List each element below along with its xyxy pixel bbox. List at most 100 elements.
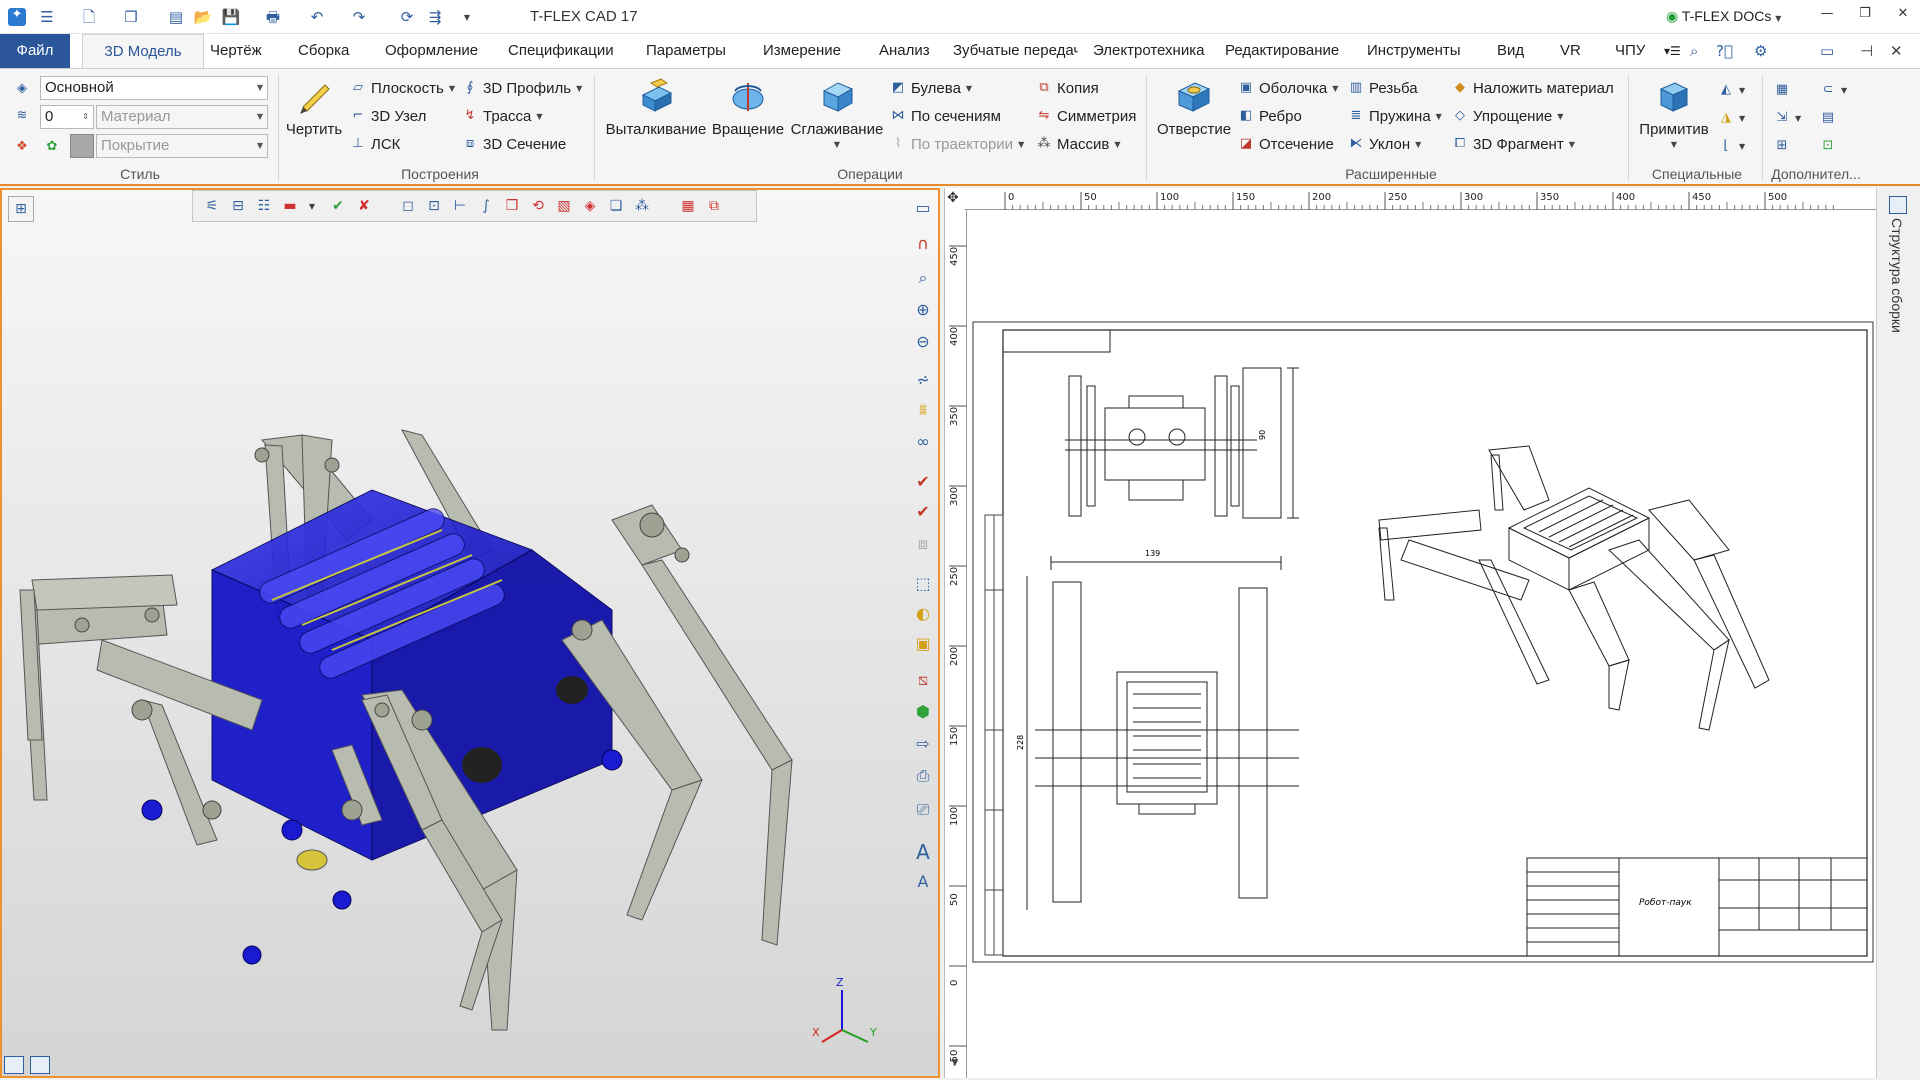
cube-blue-icon[interactable]: ❏	[607, 198, 625, 216]
model-tree-icon[interactable]: ⊞	[8, 196, 34, 222]
cancel-icon[interactable]: ✘	[355, 198, 373, 216]
minimize-icon[interactable]: —	[1812, 6, 1842, 28]
window-icon[interactable]: ▭	[912, 198, 934, 220]
coating-combo[interactable]: Покрытие ▼	[96, 134, 268, 158]
drawing-view[interactable]: ✥ 0 50 100 150 200 250 300 350 400 450 500 450 400 3…	[944, 188, 1876, 1078]
update-model-icon[interactable]: ⟳	[396, 6, 418, 28]
drawing-sheet[interactable]: 90 139 228 Робот-паук	[969, 210, 1876, 1078]
special-tool-3-icon[interactable]: ⌊ ▼	[1718, 135, 1745, 157]
pan-icon[interactable]: ✥	[947, 190, 959, 206]
hole-button[interactable]: Отверстие	[1152, 77, 1236, 138]
3d-profile-button[interactable]: ∮ 3D Профиль ▼	[462, 77, 583, 99]
cube-wire-icon[interactable]: ⬚	[912, 574, 934, 596]
ribbon-close-icon[interactable]: ✕	[1890, 34, 1903, 68]
window-layout-icon[interactable]: ▭	[1820, 34, 1834, 68]
tab-electrical[interactable]: Электротехника	[1093, 34, 1204, 68]
appearance-icon[interactable]: ✿	[44, 137, 60, 155]
display-mode-icon[interactable]: ⧉	[705, 198, 723, 216]
pattern-button[interactable]: ⁂ Массив ▼	[1036, 133, 1121, 155]
extra-tool-3-icon[interactable]: ⊞	[1774, 135, 1790, 157]
render-icon[interactable]: ▦	[679, 198, 697, 216]
extra-tool-4-icon[interactable]: ⊂ ▼	[1820, 79, 1848, 101]
main-menu-icon[interactable]: ☰	[36, 6, 58, 28]
view-top-icon[interactable]: ⊡	[425, 198, 443, 216]
copy-button[interactable]: ⧉ Копия	[1036, 77, 1098, 99]
measure-icon[interactable]: ⩫	[912, 370, 934, 392]
app-logo-icon[interactable]: ✦	[6, 6, 28, 28]
magnet-icon[interactable]: ∩	[912, 234, 934, 256]
cube-red-icon[interactable]: ❒	[503, 198, 521, 216]
tab-tools[interactable]: Инструменты	[1367, 34, 1461, 68]
filter-list-icon[interactable]: ☷	[255, 198, 273, 216]
tab-gears[interactable]: Зубчатые передачи	[953, 34, 1078, 68]
assembly-structure-tab[interactable]: Структура сборки	[1889, 218, 1905, 333]
select-color-icon[interactable]: ▬	[281, 198, 299, 216]
tab-parameters[interactable]: Параметры	[646, 34, 726, 68]
layer-disabled-icon[interactable]: ⧈	[912, 534, 934, 556]
cube-shade-icon[interactable]: ▧	[555, 198, 573, 216]
apply-material-button[interactable]: ◆ Наложить материал	[1452, 77, 1614, 99]
extra-tool-2-icon[interactable]: ⇲ ▼	[1774, 107, 1802, 129]
extra-tool-1-icon[interactable]: ▦	[1774, 79, 1790, 101]
scroll-down-icon[interactable]: ▼	[945, 1058, 965, 1076]
shell-button[interactable]: ▣ Оболочка ▼	[1238, 77, 1339, 99]
tab-measure[interactable]: Измерение	[763, 34, 841, 68]
tab-design[interactable]: Оформление	[385, 34, 478, 68]
dimension-icon[interactable]: ⩩	[912, 400, 934, 422]
tab-drawing[interactable]: Чертёж	[210, 34, 262, 68]
spring-button[interactable]: ≣ Пружина ▼	[1348, 105, 1442, 127]
check-all-icon[interactable]: ✔	[912, 502, 934, 524]
gear-icon[interactable]: ⚙	[1754, 34, 1767, 68]
search-icon[interactable]: ⌕	[1690, 34, 1698, 68]
close-icon[interactable]: ✕	[1888, 6, 1918, 28]
customize-toolbar-icon[interactable]: ▼	[456, 6, 478, 28]
revolve-button[interactable]: Вращение	[710, 77, 786, 138]
save-icon[interactable]: 💾	[220, 6, 242, 28]
zoom-window-icon[interactable]: ⌕	[912, 268, 934, 290]
select-dropdown-icon[interactable]: ▼	[303, 202, 321, 220]
ribbon-options-icon[interactable]: ▾☰	[1664, 34, 1681, 68]
draw-button[interactable]: Чертить	[284, 77, 344, 138]
printer-3d-icon[interactable]: ⎚	[912, 800, 934, 822]
sphere-icon[interactable]: ◐	[912, 604, 934, 626]
3d-section-button[interactable]: ⧈ 3D Сечение	[462, 133, 566, 155]
color-icon[interactable]: ❖	[14, 137, 30, 155]
special-tool-2-icon[interactable]: ◮ ▼	[1718, 107, 1745, 129]
loft-button[interactable]: ⋈ По сечениям	[890, 105, 1001, 127]
3d-viewport[interactable]: ⊞ ⚟ ⊟ ☷ ▬ ▼ ✔ ✘ ◻ ⊡ ⊢ ∫ ❒ ⟲ ▧ ◈ ❏ ⁂ ▦ ⧉	[0, 188, 940, 1078]
restore-icon[interactable]: ❐	[1850, 6, 1880, 28]
undo-icon[interactable]: ↶	[306, 6, 328, 28]
cut-button[interactable]: ◪ Отсечение	[1238, 133, 1334, 155]
extra-tool-5-icon[interactable]: ▤	[1820, 107, 1836, 129]
pin-icon[interactable]: ⊣	[1860, 34, 1873, 68]
3d-fragment-button[interactable]: ⧠ 3D Фрагмент ▼	[1452, 133, 1575, 155]
path-button[interactable]: ↯ Трасса ▼	[462, 105, 543, 127]
tab-specifications[interactable]: Спецификации	[508, 34, 614, 68]
open-icon[interactable]: 📂	[192, 6, 214, 28]
tab-cnc[interactable]: ЧПУ	[1615, 34, 1645, 68]
new-document-icon[interactable]: 🗋	[78, 6, 100, 28]
axes-icon[interactable]: ⊢	[451, 198, 469, 216]
curve-icon[interactable]: ∫	[477, 198, 495, 216]
3d-node-button[interactable]: ⌐ 3D Узел	[350, 105, 427, 127]
view-front-icon[interactable]: ◻	[399, 198, 417, 216]
assembly-view-icon[interactable]: ⁂	[633, 198, 651, 216]
draft-button[interactable]: ⧔ Уклон ▼	[1348, 133, 1422, 155]
new-3d-model-icon[interactable]: ❒	[120, 6, 142, 28]
layer-combo[interactable]: Основной ▼	[40, 76, 268, 100]
tab-analysis[interactable]: Анализ	[879, 34, 930, 68]
section-cube-icon[interactable]: ⧅	[912, 670, 934, 692]
text-large-icon[interactable]: A	[912, 840, 934, 864]
extrude-button[interactable]: Выталкивание	[604, 77, 708, 138]
extra-tool-6-icon[interactable]: ⊡	[1820, 135, 1836, 157]
zoom-in-icon[interactable]: ⊕	[912, 300, 934, 322]
plane-button[interactable]: ▱ Плоскость ▼	[350, 77, 455, 99]
camera-icon[interactable]: ⎙	[912, 766, 934, 788]
split-view-icon[interactable]	[30, 1056, 50, 1074]
confirm-icon[interactable]: ✔	[329, 198, 347, 216]
special-tool-1-icon[interactable]: ◭ ▼	[1718, 79, 1745, 101]
robot-spider-3d-model[interactable]	[2, 220, 938, 1050]
print-icon[interactable]: 🖶	[262, 6, 284, 28]
rib-button[interactable]: ◧ Ребро	[1238, 105, 1302, 127]
cube-rotate-icon[interactable]: ⟲	[529, 198, 547, 216]
